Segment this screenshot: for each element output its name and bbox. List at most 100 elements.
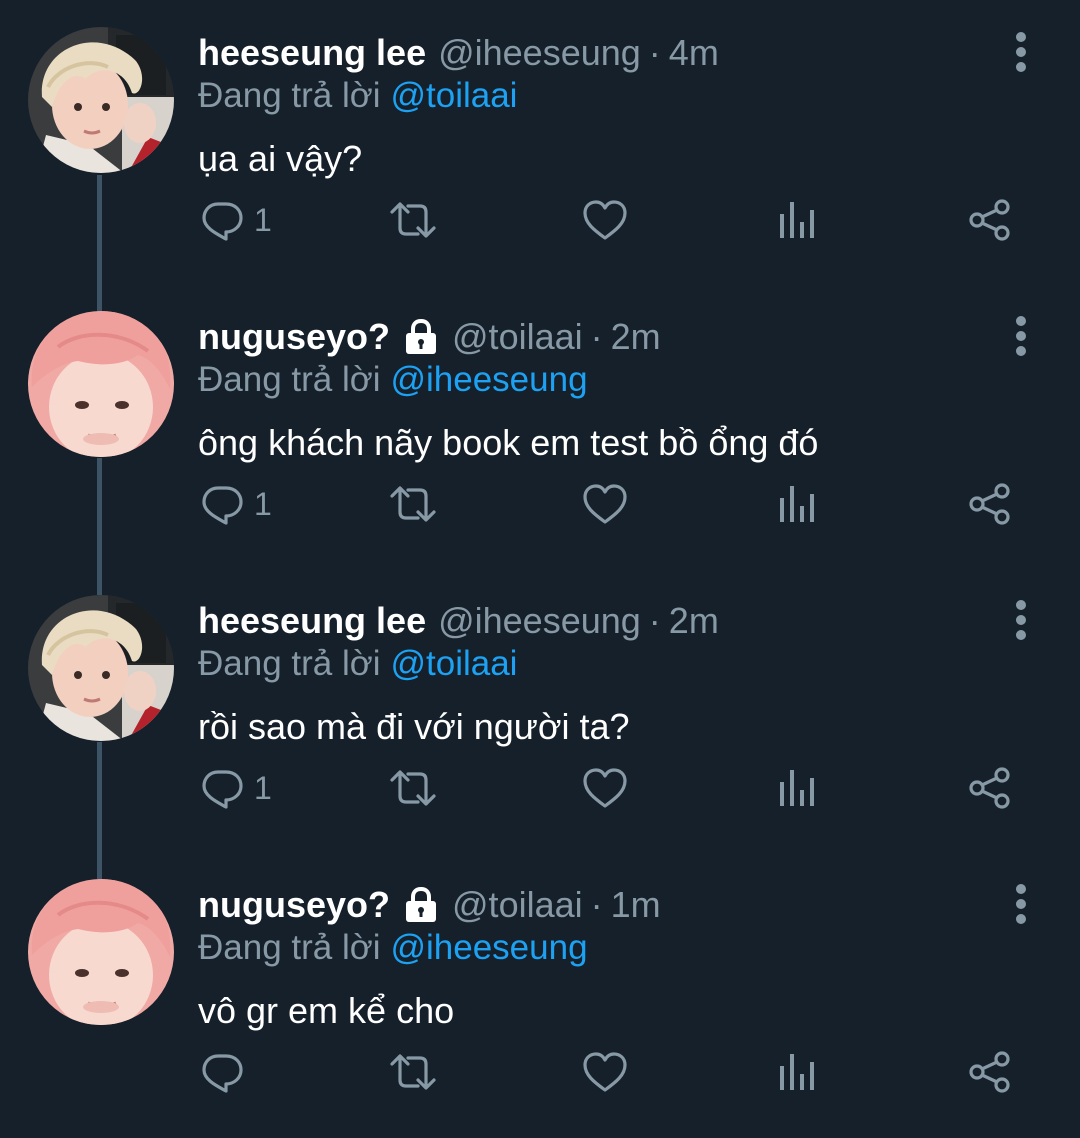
share-icon bbox=[969, 1051, 1010, 1093]
like-button[interactable] bbox=[582, 190, 628, 250]
reply-icon bbox=[202, 486, 243, 525]
replying-to: Đang trả lời @toilaai bbox=[198, 76, 517, 116]
avatar[interactable] bbox=[28, 27, 174, 173]
tweet-header: heeseung lee @iheeseung · 2m bbox=[198, 596, 719, 646]
replying-to: Đang trả lời @iheeseung bbox=[198, 360, 588, 400]
reply-button[interactable]: 1 bbox=[200, 474, 272, 534]
user-handle[interactable]: @iheeseung bbox=[438, 32, 641, 74]
analytics-icon bbox=[780, 770, 814, 806]
tweet[interactable]: nuguseyo? @toilaai · 2m Đang trả lời @ihe… bbox=[0, 284, 1080, 568]
timestamp[interactable]: 4m bbox=[669, 32, 719, 74]
retweet-icon bbox=[390, 202, 436, 238]
action-bar: 1 bbox=[0, 474, 1080, 534]
mention-link[interactable]: @iheeseung bbox=[390, 928, 587, 967]
retweet-button[interactable] bbox=[388, 1042, 438, 1102]
avatar[interactable] bbox=[28, 311, 174, 457]
separator: · bbox=[648, 32, 661, 73]
share-button[interactable] bbox=[968, 758, 1012, 818]
more-options-icon bbox=[1016, 600, 1026, 640]
share-button[interactable] bbox=[968, 190, 1012, 250]
replying-prefix: Đang trả lời bbox=[198, 928, 381, 967]
analytics-button[interactable] bbox=[778, 474, 818, 534]
tweet[interactable]: heeseung lee @iheeseung · 2m Đang trả lờ… bbox=[0, 568, 1080, 852]
more-options-icon bbox=[1016, 884, 1026, 924]
user-handle[interactable]: @iheeseung bbox=[438, 600, 641, 642]
blonde-person-avatar-image bbox=[28, 27, 174, 173]
more-options-button[interactable] bbox=[1006, 882, 1036, 926]
analytics-button[interactable] bbox=[778, 190, 818, 250]
separator: · bbox=[590, 316, 603, 357]
avatar[interactable] bbox=[28, 879, 174, 1025]
like-button[interactable] bbox=[582, 1042, 628, 1102]
timestamp[interactable]: 1m bbox=[611, 884, 661, 926]
timestamp[interactable]: 2m bbox=[669, 600, 719, 642]
timestamp[interactable]: 2m bbox=[611, 316, 661, 358]
retweet-button[interactable] bbox=[388, 474, 438, 534]
avatar[interactable] bbox=[28, 595, 174, 741]
mention-link[interactable]: @iheeseung bbox=[390, 360, 587, 399]
share-button[interactable] bbox=[968, 474, 1012, 534]
retweet-button[interactable] bbox=[388, 758, 438, 818]
replying-to: Đang trả lời @iheeseung bbox=[198, 928, 588, 968]
reply-count: 1 bbox=[254, 769, 272, 806]
action-bar bbox=[0, 1042, 1080, 1102]
user-handle[interactable]: @toilaai bbox=[452, 884, 583, 926]
share-icon bbox=[969, 199, 1010, 241]
reply-icon bbox=[202, 202, 243, 241]
retweet-icon bbox=[390, 770, 436, 806]
reply-button[interactable]: 1 bbox=[200, 190, 272, 250]
share-icon bbox=[969, 767, 1010, 809]
retweet-icon bbox=[390, 1054, 436, 1090]
like-button[interactable] bbox=[582, 758, 628, 818]
reply-button[interactable]: 1 bbox=[200, 758, 272, 818]
display-name[interactable]: nuguseyo? bbox=[198, 316, 390, 358]
replying-prefix: Đang trả lời bbox=[198, 76, 381, 115]
pink-hair-person-avatar-image bbox=[28, 879, 174, 1025]
display-name[interactable]: nuguseyo? bbox=[198, 884, 390, 926]
heart-icon bbox=[583, 484, 627, 524]
reply-icon bbox=[202, 770, 243, 809]
tweet-text: ụa ai vậy? bbox=[198, 138, 363, 179]
tweet-text: vô gr em kể cho bbox=[198, 990, 455, 1031]
reply-count: 1 bbox=[254, 201, 272, 238]
tweet[interactable]: nuguseyo? @toilaai · 1m Đang trả lời @ihe… bbox=[0, 852, 1080, 1136]
more-options-button[interactable] bbox=[1006, 314, 1036, 358]
share-icon bbox=[969, 483, 1010, 525]
blonde-person-avatar-image bbox=[28, 595, 174, 741]
tweet-header: nuguseyo? @toilaai · 1m bbox=[198, 880, 661, 930]
reply-button[interactable] bbox=[200, 1042, 254, 1102]
separator: · bbox=[590, 884, 603, 925]
display-name[interactable]: heeseung lee bbox=[198, 600, 426, 642]
analytics-icon bbox=[780, 1054, 814, 1090]
replying-prefix: Đang trả lời bbox=[198, 360, 381, 399]
analytics-button[interactable] bbox=[778, 1042, 818, 1102]
action-bar: 1 bbox=[0, 190, 1080, 250]
mention-link[interactable]: @toilaai bbox=[390, 644, 517, 683]
tweet-header: heeseung lee @iheeseung · 4m bbox=[198, 28, 719, 78]
tweet-text: ông khách nãy book em test bồ ổng đó bbox=[198, 422, 819, 463]
analytics-icon bbox=[780, 486, 814, 522]
lock-icon bbox=[406, 318, 437, 354]
action-bar: 1 bbox=[0, 758, 1080, 818]
user-handle[interactable]: @toilaai bbox=[452, 316, 583, 358]
tweet[interactable]: heeseung lee @iheeseung · 4m Đang trả lờ… bbox=[0, 0, 1080, 284]
analytics-button[interactable] bbox=[778, 758, 818, 818]
like-button[interactable] bbox=[582, 474, 628, 534]
share-button[interactable] bbox=[968, 1042, 1012, 1102]
more-options-icon bbox=[1016, 32, 1026, 72]
lock-icon bbox=[406, 886, 437, 922]
pink-hair-person-avatar-image bbox=[28, 311, 174, 457]
more-options-icon bbox=[1016, 316, 1026, 356]
analytics-icon bbox=[780, 202, 814, 238]
more-options-button[interactable] bbox=[1006, 598, 1036, 642]
heart-icon bbox=[583, 1052, 627, 1092]
tweet-text: rồi sao mà đi với người ta? bbox=[198, 706, 630, 747]
retweet-button[interactable] bbox=[388, 190, 438, 250]
mention-link[interactable]: @toilaai bbox=[390, 76, 517, 115]
heart-icon bbox=[583, 768, 627, 808]
reply-icon bbox=[202, 1054, 243, 1093]
display-name[interactable]: heeseung lee bbox=[198, 32, 426, 74]
reply-count: 1 bbox=[254, 485, 272, 522]
more-options-button[interactable] bbox=[1006, 30, 1036, 74]
tweet-header: nuguseyo? @toilaai · 2m bbox=[198, 312, 661, 362]
